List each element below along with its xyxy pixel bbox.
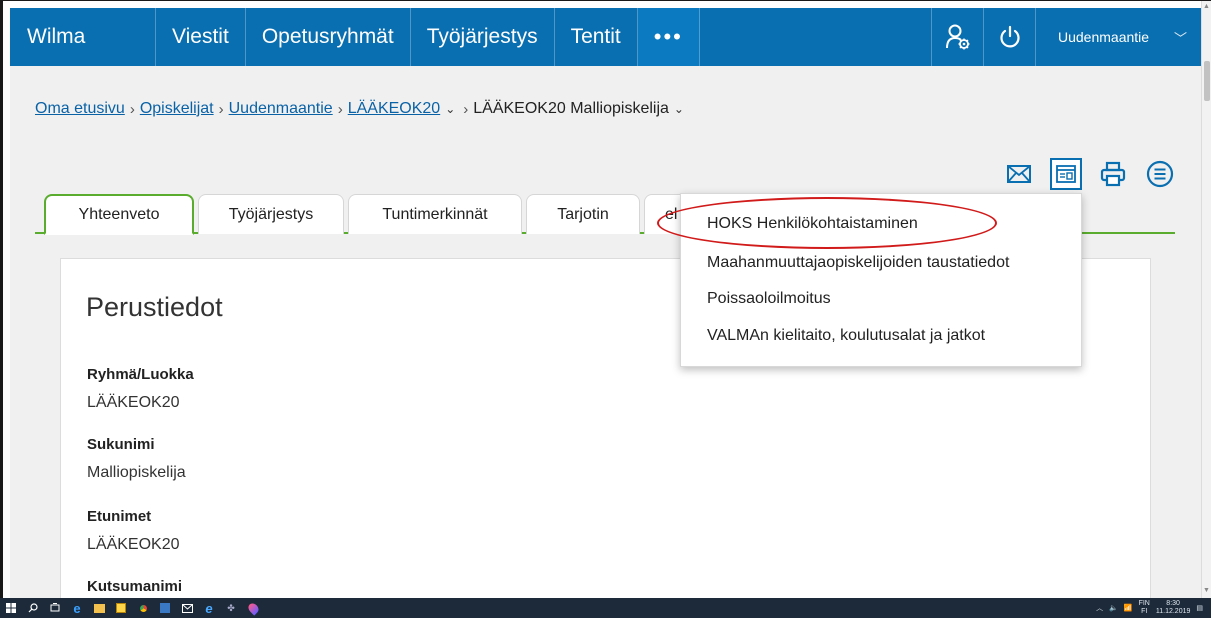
vertical-scrollbar[interactable]: ▲ ▼ (1201, 1, 1211, 598)
field-value-surname: Malliopiskelija (87, 464, 186, 481)
clock-time: 8:30 (1166, 600, 1180, 607)
app-icon[interactable]: ✤ (220, 598, 242, 618)
menu-item-immigrant-background[interactable]: Maahanmuuttajaopiskelijoiden taustatiedo… (707, 254, 1009, 272)
scroll-up-icon[interactable]: ▲ (1203, 3, 1210, 10)
app-icon[interactable] (154, 598, 176, 618)
breadcrumb-link-school[interactable]: Uudenmaantie (229, 100, 333, 118)
chrome-icon[interactable] (132, 598, 154, 618)
tab-tuntimerkinnat[interactable]: Tuntimerkinnät (348, 194, 522, 234)
volume-icon[interactable]: 🔈 (1109, 604, 1118, 612)
group-dropdown-icon[interactable]: ⌄ (445, 102, 455, 116)
breadcrumb-link-home[interactable]: Oma etusivu (35, 100, 125, 118)
task-view-icon[interactable] (44, 598, 66, 618)
breadcrumb-separator: › (463, 100, 469, 118)
nav-item-tyojarjestys[interactable]: Työjärjestys (411, 8, 555, 66)
form-icon[interactable] (1050, 158, 1082, 190)
breadcrumb-separator: › (218, 100, 224, 118)
section-title: Perustiedot (86, 292, 223, 322)
windows-start-icon[interactable] (0, 598, 22, 618)
notifications-icon[interactable]: ▤ (1196, 604, 1203, 612)
menu-item-absence-notice[interactable]: Poissaoloilmoitus (707, 290, 831, 308)
scroll-down-icon[interactable]: ▼ (1203, 587, 1210, 594)
tab-tyojarjestys[interactable]: Työjärjestys (198, 194, 344, 234)
field-label-nickname: Kutsumanimi (87, 578, 183, 595)
field-label-group: Ryhmä/Luokka (87, 366, 194, 383)
breadcrumb-link-students[interactable]: Opiskelijat (140, 100, 214, 118)
language-indicator[interactable]: FIN FI (1139, 600, 1150, 616)
clock[interactable]: 8:30 11.12.2019 (1156, 600, 1191, 616)
breadcrumb-separator: › (337, 100, 343, 118)
print-icon[interactable] (1097, 158, 1129, 190)
nav-item-tentit[interactable]: Tentit (555, 8, 638, 66)
menu-item-valma[interactable]: VALMAn kielitaito, koulutusalat ja jatko… (707, 327, 985, 345)
power-icon[interactable] (983, 8, 1035, 66)
nav-item-opetusryhmat[interactable]: Opetusryhmät (246, 8, 411, 66)
edge-icon[interactable]: e (66, 598, 88, 618)
field-value-group: LÄÄKEOK20 (87, 394, 180, 411)
breadcrumb-link-group[interactable]: LÄÄKEOK20 (348, 100, 441, 118)
tab-tarjotin[interactable]: Tarjotin (526, 194, 640, 234)
search-icon[interactable] (22, 598, 44, 618)
user-settings-icon[interactable] (931, 8, 983, 66)
breadcrumb: Oma etusivu › Opiskelijat › Uudenmaantie… (35, 100, 684, 118)
chevron-down-icon: ﹀ (1173, 30, 1187, 46)
field-label-firstnames: Etunimet (87, 508, 152, 525)
menu-item-hoks[interactable]: HOKS Henkilökohtaistaminen (707, 215, 918, 233)
nav-item-viestit[interactable]: Viestit (156, 8, 246, 66)
system-tray: ︿ 🔈 📶 FIN FI 8:30 11.12.2019 ▤ (1096, 598, 1203, 618)
brand-wilma[interactable]: Wilma (10, 8, 156, 66)
mail-icon[interactable] (1003, 158, 1035, 190)
user-menu[interactable]: Uudenmaantie ﹀ (1035, 8, 1201, 66)
chevron-up-icon[interactable]: ︿ (1096, 603, 1103, 613)
windows-taskbar: e e ✤ ︿ 🔈 📶 FIN FI 8:30 11.12.2019 ▤ (0, 598, 1211, 618)
network-icon[interactable]: 📶 (1124, 604, 1133, 612)
field-value-firstnames: LÄÄKEOK20 (87, 536, 180, 553)
mail-app-icon[interactable] (176, 598, 198, 618)
file-explorer-icon[interactable] (88, 598, 110, 618)
top-navigation: Wilma Viestit Opetusryhmät Työjärjestys … (10, 8, 1201, 66)
maps-pin-icon[interactable] (242, 598, 264, 618)
internet-explorer-icon[interactable]: e (198, 598, 220, 618)
forms-dropdown-menu: HOKS Henkilökohtaistaminen Maahanmuuttaj… (680, 193, 1082, 367)
tab-yhteenveto[interactable]: Yhteenveto (44, 194, 194, 235)
breadcrumb-separator: › (129, 100, 135, 118)
student-dropdown-icon[interactable]: ⌄ (674, 102, 684, 116)
scrollbar-thumb[interactable] (1204, 61, 1210, 101)
user-name: Uudenmaantie (1058, 29, 1150, 45)
language-subcode: FI (1141, 608, 1148, 615)
clock-date: 11.12.2019 (1155, 608, 1191, 615)
language-code: FIN (1138, 600, 1150, 607)
nav-more-button[interactable]: ••• (637, 8, 700, 66)
menu-icon[interactable] (1144, 158, 1176, 190)
field-label-surname: Sukunimi (87, 436, 155, 453)
store-icon[interactable] (110, 598, 132, 618)
breadcrumb-current: LÄÄKEOK20 Malliopiskelija (473, 100, 669, 117)
